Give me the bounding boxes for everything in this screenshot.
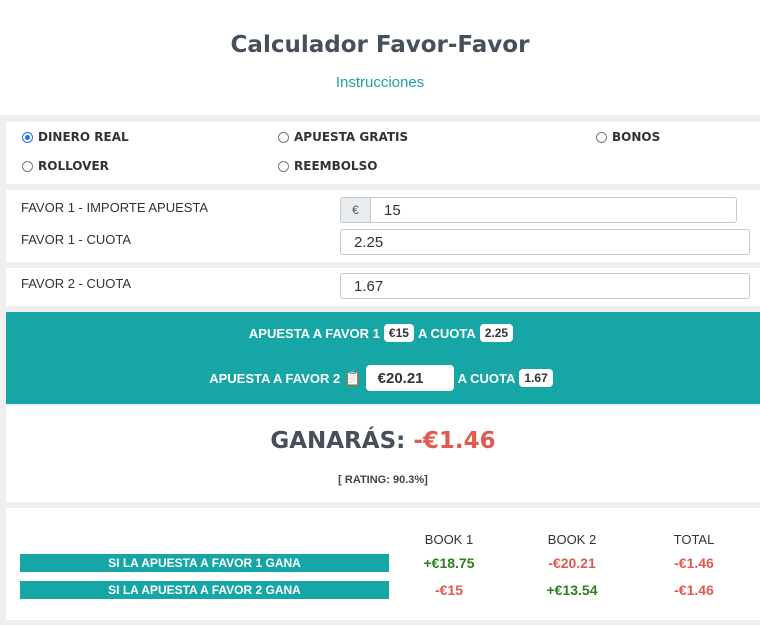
- summary-row-favor1: APUESTA A FAVOR 1 €15 A CUOTA 2.25: [6, 324, 760, 342]
- favor1-odds-input[interactable]: 2.25: [340, 229, 750, 255]
- cell-book2: +€13.54: [546, 582, 598, 598]
- row-label-favor1-wins: SI LA APUESTA A FAVOR 1 GANA: [20, 554, 389, 572]
- favor1-stake-badge: €15: [383, 324, 414, 342]
- favor2-stake-output[interactable]: €20.21: [365, 365, 454, 391]
- favor1-odds-badge: 2.25: [479, 324, 514, 342]
- summary-label: A CUOTA: [417, 325, 476, 341]
- radio-dinero-real[interactable]: DINERO REAL: [22, 130, 129, 144]
- profit-value: -€1.46: [413, 428, 496, 454]
- cell-total: -€1.46: [674, 555, 714, 571]
- result-panel: GANARÁS: -€1.46 [ RATING: 90.3%]: [6, 406, 760, 502]
- page-title: Calculador Favor-Favor: [230, 32, 530, 58]
- cell-book1: -€15: [434, 582, 464, 598]
- radio-icon[interactable]: [22, 160, 33, 172]
- radio-label: DINERO REAL: [38, 130, 129, 144]
- instructions-link[interactable]: Instrucciones: [0, 74, 760, 91]
- cell-book1: +€18.75: [423, 555, 475, 571]
- radio-reembolso[interactable]: REEMBOLSO: [278, 159, 377, 173]
- outcome-table: BOOK 1 BOOK 2 TOTAL SI LA APUESTA A FAVO…: [6, 508, 760, 620]
- header-book2: BOOK 2: [547, 532, 597, 547]
- cell-book2: -€20.21: [548, 555, 596, 571]
- radio-apuesta-gratis[interactable]: APUESTA GRATIS: [278, 130, 408, 144]
- favor2-odds-badge: 1.67: [519, 369, 553, 387]
- radio-rollover[interactable]: ROLLOVER: [22, 159, 109, 173]
- clipboard-icon[interactable]: 📋: [344, 370, 361, 387]
- mode-selector: DINERO REAL APUESTA GRATIS BONOS ROLLOVE…: [6, 122, 760, 184]
- radio-label: REEMBOLSO: [294, 159, 378, 173]
- profit-label: GANARÁS:: [270, 428, 406, 454]
- favor2-odds-label: FAVOR 2 - CUOTA: [21, 276, 132, 291]
- favor1-panel: FAVOR 1 - IMPORTE APUESTA € 15 FAVOR 1 -…: [6, 190, 760, 262]
- favor1-stake-label: FAVOR 1 - IMPORTE APUESTA: [21, 200, 209, 215]
- favor2-odds-input[interactable]: 1.67: [340, 273, 750, 299]
- summary-label: A CUOTA: [457, 370, 516, 386]
- bet-summary: APUESTA A FAVOR 1 €15 A CUOTA 2.25 APUES…: [6, 312, 760, 404]
- radio-icon[interactable]: [596, 131, 607, 143]
- header-book1: BOOK 1: [424, 532, 474, 547]
- radio-label: ROLLOVER: [38, 159, 109, 173]
- radio-label: BONOS: [612, 130, 661, 144]
- cell-total: -€1.46: [674, 582, 714, 598]
- radio-bonos[interactable]: BONOS: [596, 130, 660, 144]
- summary-row-favor2: APUESTA A FAVOR 2 📋 €20.21 A CUOTA 1.67: [6, 365, 760, 391]
- favor1-stake-input[interactable]: 15: [370, 197, 737, 223]
- radio-selected-icon[interactable]: [22, 131, 33, 143]
- favor2-panel: FAVOR 2 - CUOTA 1.67: [6, 268, 760, 306]
- currency-addon: €: [340, 197, 370, 223]
- header-total: TOTAL: [673, 532, 715, 547]
- radio-label: APUESTA GRATIS: [294, 130, 409, 144]
- radio-icon[interactable]: [278, 131, 289, 143]
- radio-icon[interactable]: [278, 160, 289, 172]
- header: Calculador Favor-Favor Instrucciones: [0, 0, 760, 115]
- favor1-odds-label: FAVOR 1 - CUOTA: [21, 232, 132, 247]
- summary-label: APUESTA A FAVOR 1: [248, 325, 380, 341]
- row-label-favor2-wins: SI LA APUESTA A FAVOR 2 GANA: [20, 581, 389, 599]
- summary-label: APUESTA A FAVOR 2: [209, 370, 341, 386]
- profit-display: GANARÁS: -€1.46: [6, 428, 760, 454]
- rating-text: [ RATING: 90.3%]: [338, 474, 428, 486]
